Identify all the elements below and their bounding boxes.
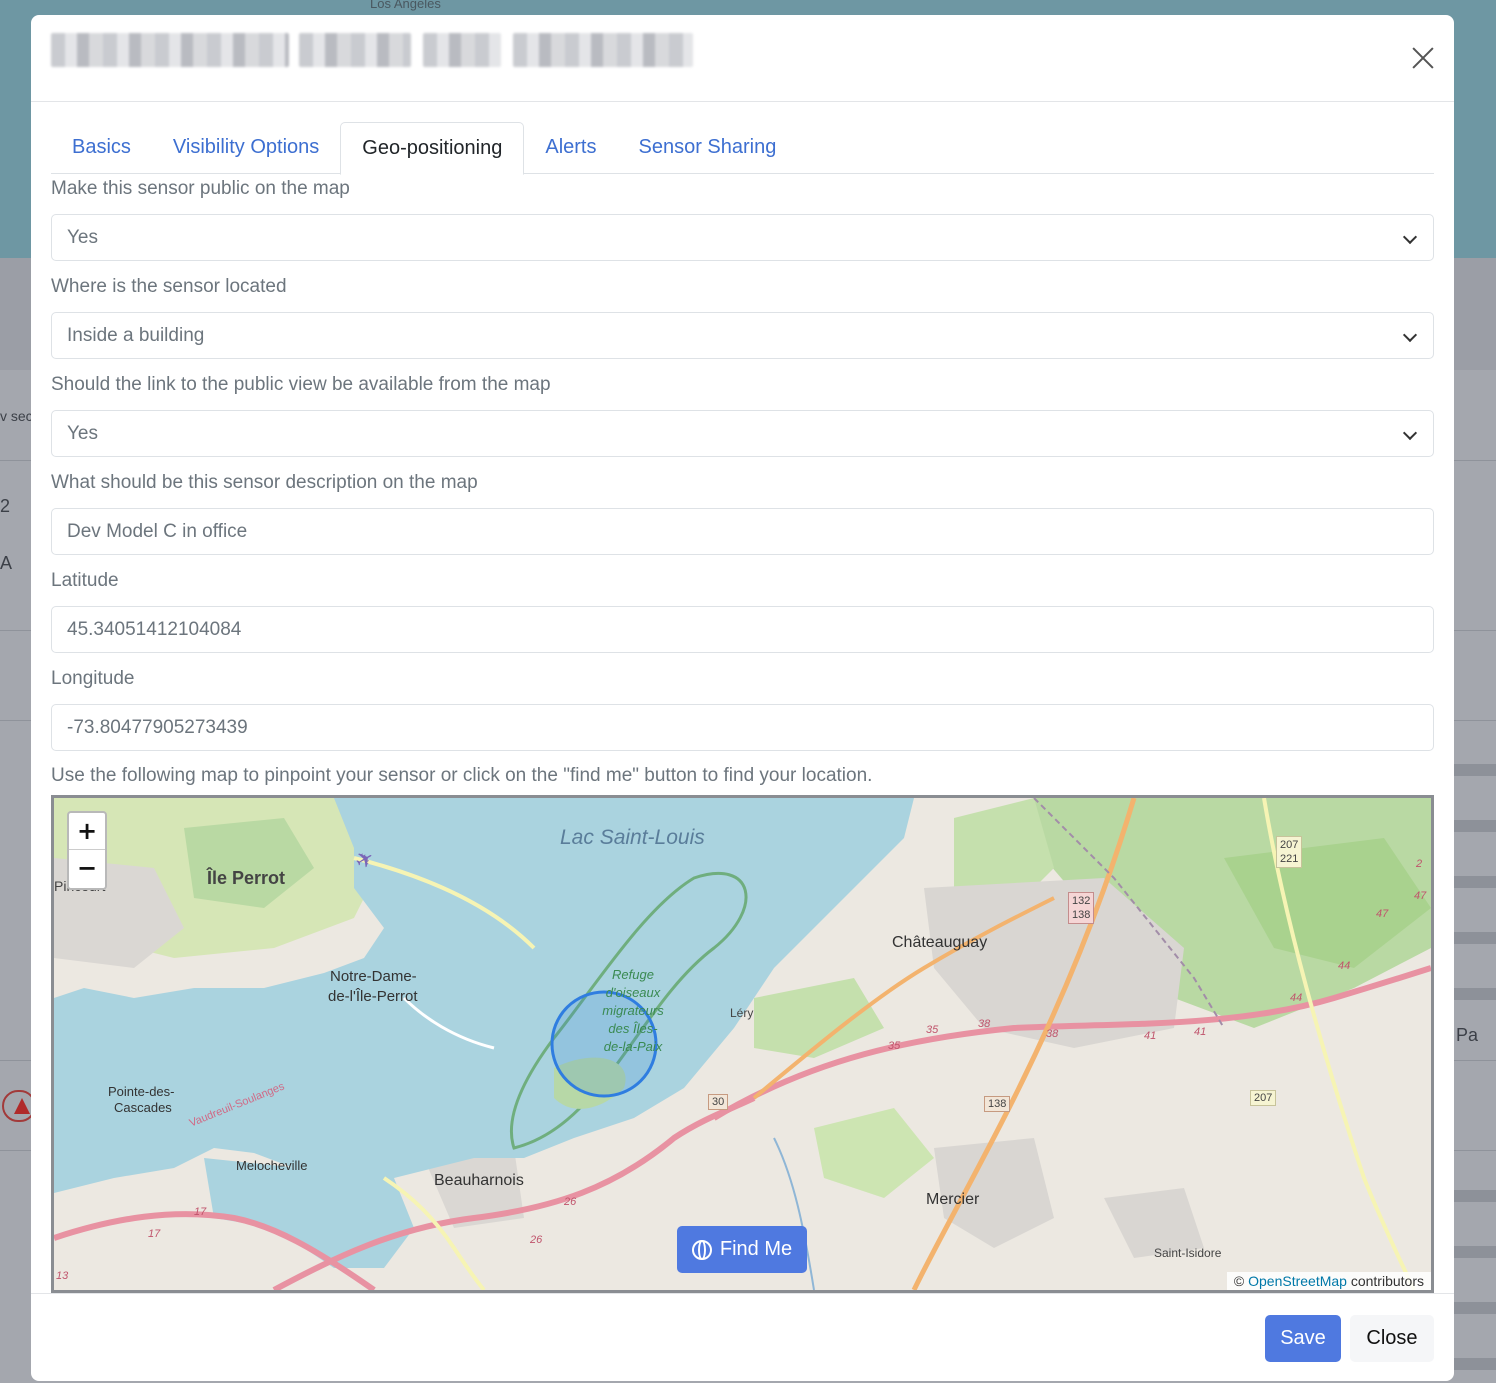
map-label-mercier: Mercier (926, 1191, 980, 1208)
background-bar (1452, 1358, 1496, 1370)
road-number: 17 (194, 1206, 207, 1218)
longitude-label: Longitude (51, 668, 135, 689)
route-shield: 138 (984, 1096, 1011, 1112)
road-number: 47 (1376, 908, 1389, 920)
road-number: 38 (978, 1018, 991, 1030)
modal-footer: Save Close (31, 1293, 1454, 1381)
zoom-out-button[interactable]: − (69, 850, 105, 887)
map-label-lac: Lac Saint-Louis (560, 826, 705, 849)
chevron-down-icon (1402, 229, 1418, 245)
map-label-notre-dame-2: de-l'Île-Perrot (328, 988, 418, 1005)
chevron-down-icon (1402, 327, 1418, 343)
background-map-label: Los Angeles (370, 0, 441, 11)
tab-geo-positioning[interactable]: Geo-positioning (340, 122, 525, 175)
background-text: A (0, 553, 13, 573)
map-label-melocheville: Melocheville (236, 1158, 308, 1173)
road-number: 41 (1144, 1030, 1157, 1042)
location-map[interactable]: Lac Saint-Louis Île Perrot Pincourt Notr… (51, 795, 1434, 1293)
modal-header (31, 15, 1454, 102)
background-bar (1452, 764, 1496, 776)
road-number: 41 (1194, 1026, 1207, 1038)
tab-visibility-options[interactable]: Visibility Options (152, 122, 340, 174)
sensor-settings-modal: Basics Visibility Options Geo-positionin… (31, 15, 1454, 1381)
map-label-notre-dame: Notre-Dame- (330, 968, 417, 985)
map-label-ile-perrot: Île Perrot (207, 868, 286, 888)
route-shield: 207 221 (1276, 836, 1303, 868)
road-number: 13 (56, 1270, 69, 1282)
modal-body: Basics Visibility Options Geo-positionin… (31, 122, 1454, 1293)
save-button[interactable]: Save (1265, 1315, 1341, 1362)
close-icon[interactable] (1408, 43, 1438, 73)
chevron-down-icon (1402, 425, 1418, 441)
globe-icon (691, 1239, 712, 1260)
public-on-map-select[interactable]: Yes (51, 214, 1434, 261)
tab-bar: Basics Visibility Options Geo-positionin… (51, 122, 1434, 175)
map-label-pointe: Pointe-des- (108, 1084, 175, 1099)
longitude-value: -73.80477905273439 (67, 716, 248, 738)
background-bar (1452, 1302, 1496, 1314)
map-label-refuge: Refuge d'oiseaux migrateurs des Îles- de… (602, 967, 664, 1054)
route-shield: 30 (708, 1094, 729, 1110)
map-label-beauharnois: Beauharnois (434, 1172, 524, 1189)
latitude-value: 45.34051412104084 (67, 618, 242, 640)
map-hint-text: Use the following map to pinpoint your s… (51, 765, 873, 786)
longitude-input[interactable]: -73.80477905273439 (51, 704, 1434, 751)
public-link-value: Yes (67, 422, 98, 444)
map-description-value: Dev Model C in office (67, 520, 248, 542)
background-bar (1452, 876, 1496, 888)
find-me-button[interactable]: Find Me (677, 1226, 807, 1273)
road-number: 35 (926, 1024, 939, 1036)
map-description-input[interactable]: Dev Model C in office (51, 508, 1434, 555)
background-bar (1452, 932, 1496, 944)
route-shield: 132 138 (1068, 892, 1095, 924)
map-label-lery: Léry (730, 1006, 754, 1020)
openstreetmap-link[interactable]: OpenStreetMap (1248, 1273, 1347, 1289)
public-on-map-value: Yes (67, 226, 98, 248)
road-number: 47 (1414, 890, 1427, 902)
tab-alerts[interactable]: Alerts (524, 122, 617, 174)
background-bar (1452, 1246, 1496, 1258)
background-text: Pa (1456, 1025, 1479, 1045)
map-label-pointe-2: Cascades (114, 1100, 172, 1115)
sensor-location-label: Where is the sensor located (51, 276, 287, 297)
map-label-saint-isidore: Saint-Isidore (1154, 1246, 1222, 1260)
background-bar (1452, 820, 1496, 832)
latitude-label: Latitude (51, 570, 119, 591)
road-number: 38 (1046, 1028, 1059, 1040)
map-label-chateauguay: Châteauguay (892, 934, 988, 951)
background-text: 2 (0, 496, 11, 516)
road-number: 44 (1290, 992, 1303, 1004)
background-bar (1452, 1190, 1496, 1202)
road-number: 2 (1416, 858, 1423, 870)
route-shield: 207 (1250, 1090, 1277, 1106)
background-text: v sec (0, 408, 33, 424)
public-link-label: Should the link to the public view be av… (51, 374, 551, 395)
road-number: 17 (148, 1228, 161, 1240)
redacted-modal-title (51, 33, 693, 67)
road-number: 26 (564, 1196, 577, 1208)
road-number: 26 (530, 1234, 543, 1246)
background-bar (1452, 988, 1496, 1000)
zoom-in-button[interactable]: + (69, 813, 105, 850)
map-description-label: What should be this sensor description o… (51, 472, 478, 493)
road-number: 35 (888, 1040, 901, 1052)
close-button[interactable]: Close (1350, 1315, 1434, 1362)
sensor-location-value: Inside a building (67, 324, 205, 346)
latitude-input[interactable]: 45.34051412104084 (51, 606, 1434, 653)
zoom-control: + − (67, 811, 107, 890)
tab-basics[interactable]: Basics (51, 122, 152, 174)
tab-sensor-sharing[interactable]: Sensor Sharing (617, 122, 797, 174)
map-attribution: © OpenStreetMap contributors (1226, 1272, 1431, 1290)
road-number: 44 (1338, 960, 1351, 972)
public-link-select[interactable]: Yes (51, 410, 1434, 457)
public-on-map-label: Make this sensor public on the map (51, 178, 350, 199)
sensor-location-select[interactable]: Inside a building (51, 312, 1434, 359)
